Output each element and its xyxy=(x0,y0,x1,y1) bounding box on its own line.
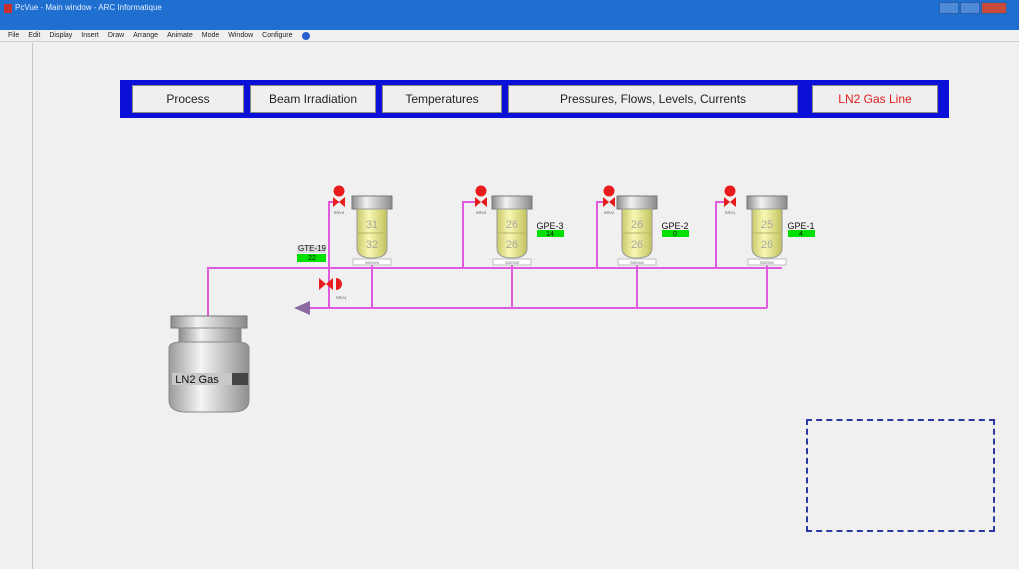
selection-rectangle[interactable] xyxy=(806,419,995,532)
valve-srv4-feed[interactable]: SRV4 xyxy=(319,278,347,300)
sensor-value: 4 xyxy=(799,231,803,238)
valve-label: SRV1 xyxy=(725,210,736,215)
dewar-id: SDEW3 xyxy=(505,260,520,265)
valve-srv4[interactable]: SRV4 xyxy=(333,185,345,216)
sensor-value: 14 xyxy=(546,231,554,238)
valve-label: SRV2 xyxy=(604,210,615,215)
sensor-gpe-3: GPE-3 14 xyxy=(536,221,564,238)
sensor-gpe-1: GPE-1 4 xyxy=(787,221,815,238)
dewar-level-top: 25 xyxy=(761,219,773,231)
dewar-level-bottom: 26 xyxy=(631,239,643,251)
pipe-branch-4 xyxy=(328,201,339,308)
pipe-branch-2 xyxy=(596,201,603,268)
sensor-value: 22 xyxy=(308,255,316,262)
pipe-branch-3 xyxy=(462,201,475,268)
tank-label: LN2 Gas xyxy=(175,374,219,386)
valve-srv3[interactable]: SRV3 xyxy=(475,185,487,216)
dewar-level-bottom: 26 xyxy=(506,239,518,251)
valve-label: SRV4 xyxy=(334,210,345,215)
dewar-id: SDEW4 xyxy=(365,260,380,265)
dewar-sdew2[interactable]: 26 26 SDEW2 xyxy=(616,195,658,266)
sensor-tag: GPE-1 xyxy=(787,221,814,231)
dewar-sdew4[interactable]: 31 32 SDEW4 xyxy=(351,195,393,266)
valve-label: SRV3 xyxy=(476,210,487,215)
dewar-level-bottom: 32 xyxy=(366,239,378,251)
sensor-value: 0 xyxy=(673,231,677,238)
dewar-sdew3[interactable]: 26 26 SDEW3 xyxy=(491,195,533,266)
dewar-id: SDEW2 xyxy=(630,260,645,265)
sensor-tag: GPE-2 xyxy=(661,221,688,231)
dewar-level-bottom: 26 xyxy=(761,239,773,251)
dewar-level-top: 31 xyxy=(366,219,378,231)
dewar-level-top: 26 xyxy=(631,219,643,231)
dewar-level-top: 26 xyxy=(506,219,518,231)
sensor-tag: GPE-3 xyxy=(536,221,563,231)
valve-srv1[interactable]: SRV1 xyxy=(724,185,736,216)
valve-srv2[interactable]: SRV2 xyxy=(603,185,615,216)
dewar-sdew1[interactable]: 25 26 SDEW1 xyxy=(746,195,788,266)
ln2-gas-tank[interactable]: LN2 Gas xyxy=(168,315,250,413)
sensor-gpe-2: GPE-2 0 xyxy=(661,221,689,238)
sensor-gte-19: GTE-19 22 xyxy=(297,244,327,262)
flow-arrow-icon xyxy=(294,301,310,315)
dewar-id: SDEW1 xyxy=(760,260,775,265)
valve-label: SRV4 xyxy=(336,295,347,300)
sensor-tag: GTE-19 xyxy=(298,244,327,253)
